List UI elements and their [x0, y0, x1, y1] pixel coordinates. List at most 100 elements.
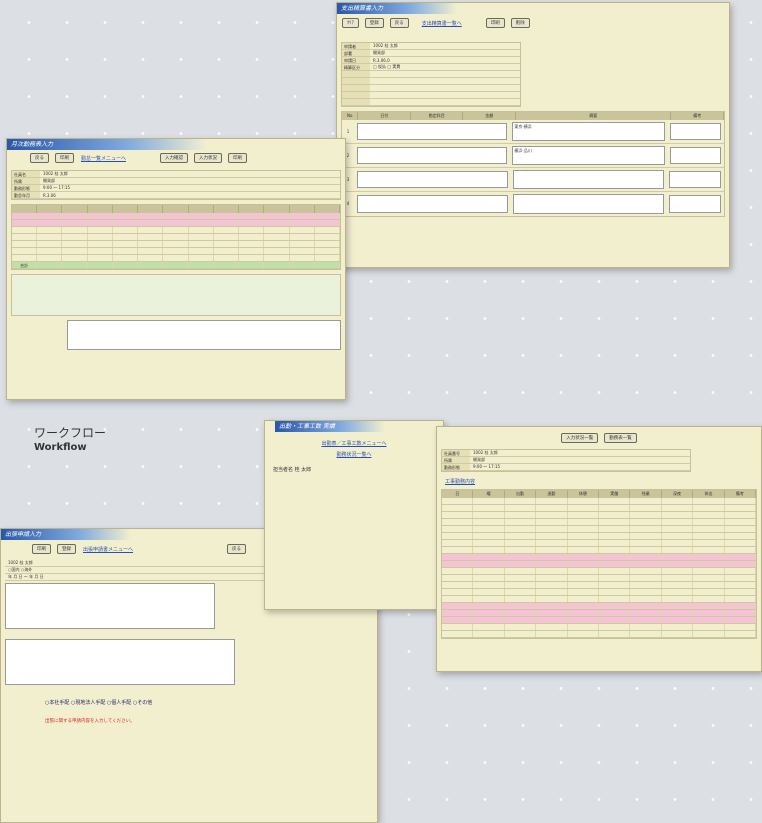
field-row: 勤務形態 9:00 ～ 17:15: [12, 185, 340, 192]
field-row: [342, 92, 520, 99]
back-button[interactable]: 戻る: [389, 18, 409, 28]
back-button[interactable]: 戻る: [227, 544, 247, 554]
table-row: [442, 540, 757, 547]
back-button[interactable]: 戻る: [30, 153, 49, 163]
window-title-bar: 出勤・工事工数 実績: [275, 421, 385, 432]
toolbar: 戻る 印刷 勤怠一覧メニューへ 入力確認 入力状況 印刷: [7, 150, 345, 166]
window-title-bar: 支出精算書入力: [337, 3, 457, 14]
delete-button[interactable]: 削除: [510, 18, 530, 28]
input-check-button[interactable]: 入力確認: [160, 153, 189, 163]
expense-table: No 日付 勘定科目 金額 摘要 備考 1 東京-横浜 2 横浜-品川 3 4: [341, 111, 725, 217]
field-row: [342, 78, 520, 85]
field-value: 1002 桂 太郎: [373, 43, 398, 48]
column-header: 勘定科目: [411, 112, 464, 120]
table-row: [442, 617, 757, 624]
register-button[interactable]: 登録: [57, 544, 76, 554]
details-textarea[interactable]: [5, 639, 235, 685]
table-row: [442, 575, 757, 582]
field-value: R.3.06: [43, 192, 56, 198]
field-label: 勤務形態: [12, 185, 40, 191]
window-title: 出勤・工事工数 実績: [279, 423, 335, 430]
column-header: 休憩: [568, 490, 600, 498]
table-row: [442, 603, 757, 610]
grid-row: [12, 213, 341, 220]
table-row: [442, 582, 757, 589]
timesheet-list-button[interactable]: 勤務表一覧: [604, 433, 637, 443]
print-button[interactable]: 印刷: [485, 18, 505, 28]
header-fields: 社員名 1002 桂 太郎 所属 開発部 勤務形態 9:00 ～ 17:15 勤怠年月…: [11, 170, 341, 200]
table-row: 2 横浜-品川: [342, 144, 724, 168]
input-status-button[interactable]: 入力状況: [194, 153, 223, 163]
clear-button[interactable]: ｸﾘｱ: [342, 18, 359, 28]
field-value: 1002 桂 太郎: [473, 450, 498, 455]
field-value: □ 仮払 □ 実費: [373, 64, 401, 69]
work-status-link[interactable]: 勤務状況一覧へ: [336, 451, 371, 458]
grid-row: [12, 227, 341, 234]
work-hours-window: 出勤・工事工数 実績 出勤表／工事工数メニューへ 勤務状況一覧へ 担当者名 桂 …: [264, 420, 444, 610]
window-title: 月次勤務表入力: [11, 141, 54, 148]
caption-english: Workflow: [34, 442, 87, 453]
trip-menu-link[interactable]: 出張申請書メニューへ: [83, 546, 133, 553]
print-button[interactable]: 印刷: [32, 544, 51, 554]
column-header: No: [342, 112, 359, 120]
expense-entry-window: 支出精算書入力 ｸﾘｱ 登録 戻る 支出精算書一覧へ 印刷 削除 申請者 1002…: [336, 2, 730, 268]
grid-row: [12, 234, 341, 241]
field-value: 9:00 ～ 17:15: [473, 464, 501, 469]
work-menu-link[interactable]: 出勤表／工事工数メニューへ: [321, 440, 386, 447]
field-label: 申請者: [342, 43, 370, 49]
column-header: 備考: [725, 490, 757, 498]
field-value: 開発部: [373, 50, 385, 55]
memo-text: 横浜-品川: [514, 148, 532, 153]
caption-japanese: ワークフロー: [34, 426, 107, 440]
worker-name: 担当者名 桂 太郎: [273, 466, 435, 473]
table-row: [442, 589, 757, 596]
attendance-rows: [442, 498, 757, 638]
field-row: 申請日 R.3.06.0: [342, 57, 520, 64]
memo-textarea[interactable]: [513, 194, 665, 214]
field-value: 開発部: [43, 178, 55, 183]
column-header: 日付: [358, 112, 411, 120]
summary-panel: [11, 274, 341, 316]
memo-textarea[interactable]: [513, 170, 665, 189]
memo-textarea[interactable]: 東京-横浜: [512, 122, 665, 141]
toolbar: ｸﾘｱ 登録 戻る 支出精算書一覧へ 印刷 削除: [337, 14, 729, 32]
field-label: 勤怠年月: [12, 192, 40, 198]
total-row: 合計: [12, 262, 341, 269]
field-row: [342, 71, 520, 78]
radio-options: ○本社手配 ○現地法人手配 ○個人手配 ○その他: [45, 700, 153, 706]
arrangement-options[interactable]: ○本社手配 ○現地法人手配 ○個人手配 ○その他: [45, 699, 373, 706]
headline-link[interactable]: 工事勤務内容: [445, 478, 475, 485]
field-row: 部署 開発部: [342, 50, 520, 57]
column-header: 退勤: [536, 490, 568, 498]
field-row: 勤務形態 9:00 ～ 17:15: [442, 464, 690, 471]
caption: ワークフロー Workflow: [34, 424, 106, 453]
register-button[interactable]: 登録: [364, 18, 384, 28]
remarks-textarea[interactable]: [67, 320, 341, 350]
window-title-bar: 月次勤務表入力: [7, 139, 207, 150]
column-header: 残業: [630, 490, 662, 498]
table-row: [442, 596, 757, 603]
field-row: 精算区分 □ 仮払 □ 実費: [342, 64, 520, 71]
memo-textarea[interactable]: 横浜-品川: [512, 146, 665, 165]
field-label: 社員名: [12, 171, 40, 177]
field-value: 1002 桂 太郎: [43, 171, 68, 176]
table-row: 1 東京-横浜: [342, 120, 724, 144]
field-row: 申請者 1002 桂 太郎: [342, 43, 520, 50]
grid-row: [12, 241, 341, 248]
table-row: [442, 554, 757, 561]
print-button[interactable]: 印刷: [55, 153, 74, 163]
attendance-menu-link[interactable]: 勤怠一覧メニューへ: [81, 155, 126, 162]
field-value: 9:00 ～ 17:15: [43, 185, 71, 190]
print-right-button[interactable]: 印刷: [228, 153, 248, 163]
field-row: 社員番号 1002 桂 太郎: [442, 450, 690, 457]
expense-list-link[interactable]: 支出精算書一覧へ: [422, 20, 462, 27]
trip-note: 出張に関する申請内容を入力してください。: [45, 718, 373, 724]
window-title: 支出精算書入力: [341, 5, 384, 12]
timesheet-window: 月次勤務表入力 戻る 印刷 勤怠一覧メニューへ 入力確認 入力状況 印刷 社員名…: [6, 138, 346, 400]
table-row: [442, 512, 757, 519]
window-title: 出張申請入力: [5, 531, 42, 538]
purpose-textarea[interactable]: [5, 583, 215, 629]
grid-row: [12, 220, 341, 227]
column-header: 金額: [463, 112, 516, 120]
input-status-list-button[interactable]: 入力状況一覧: [561, 433, 599, 443]
